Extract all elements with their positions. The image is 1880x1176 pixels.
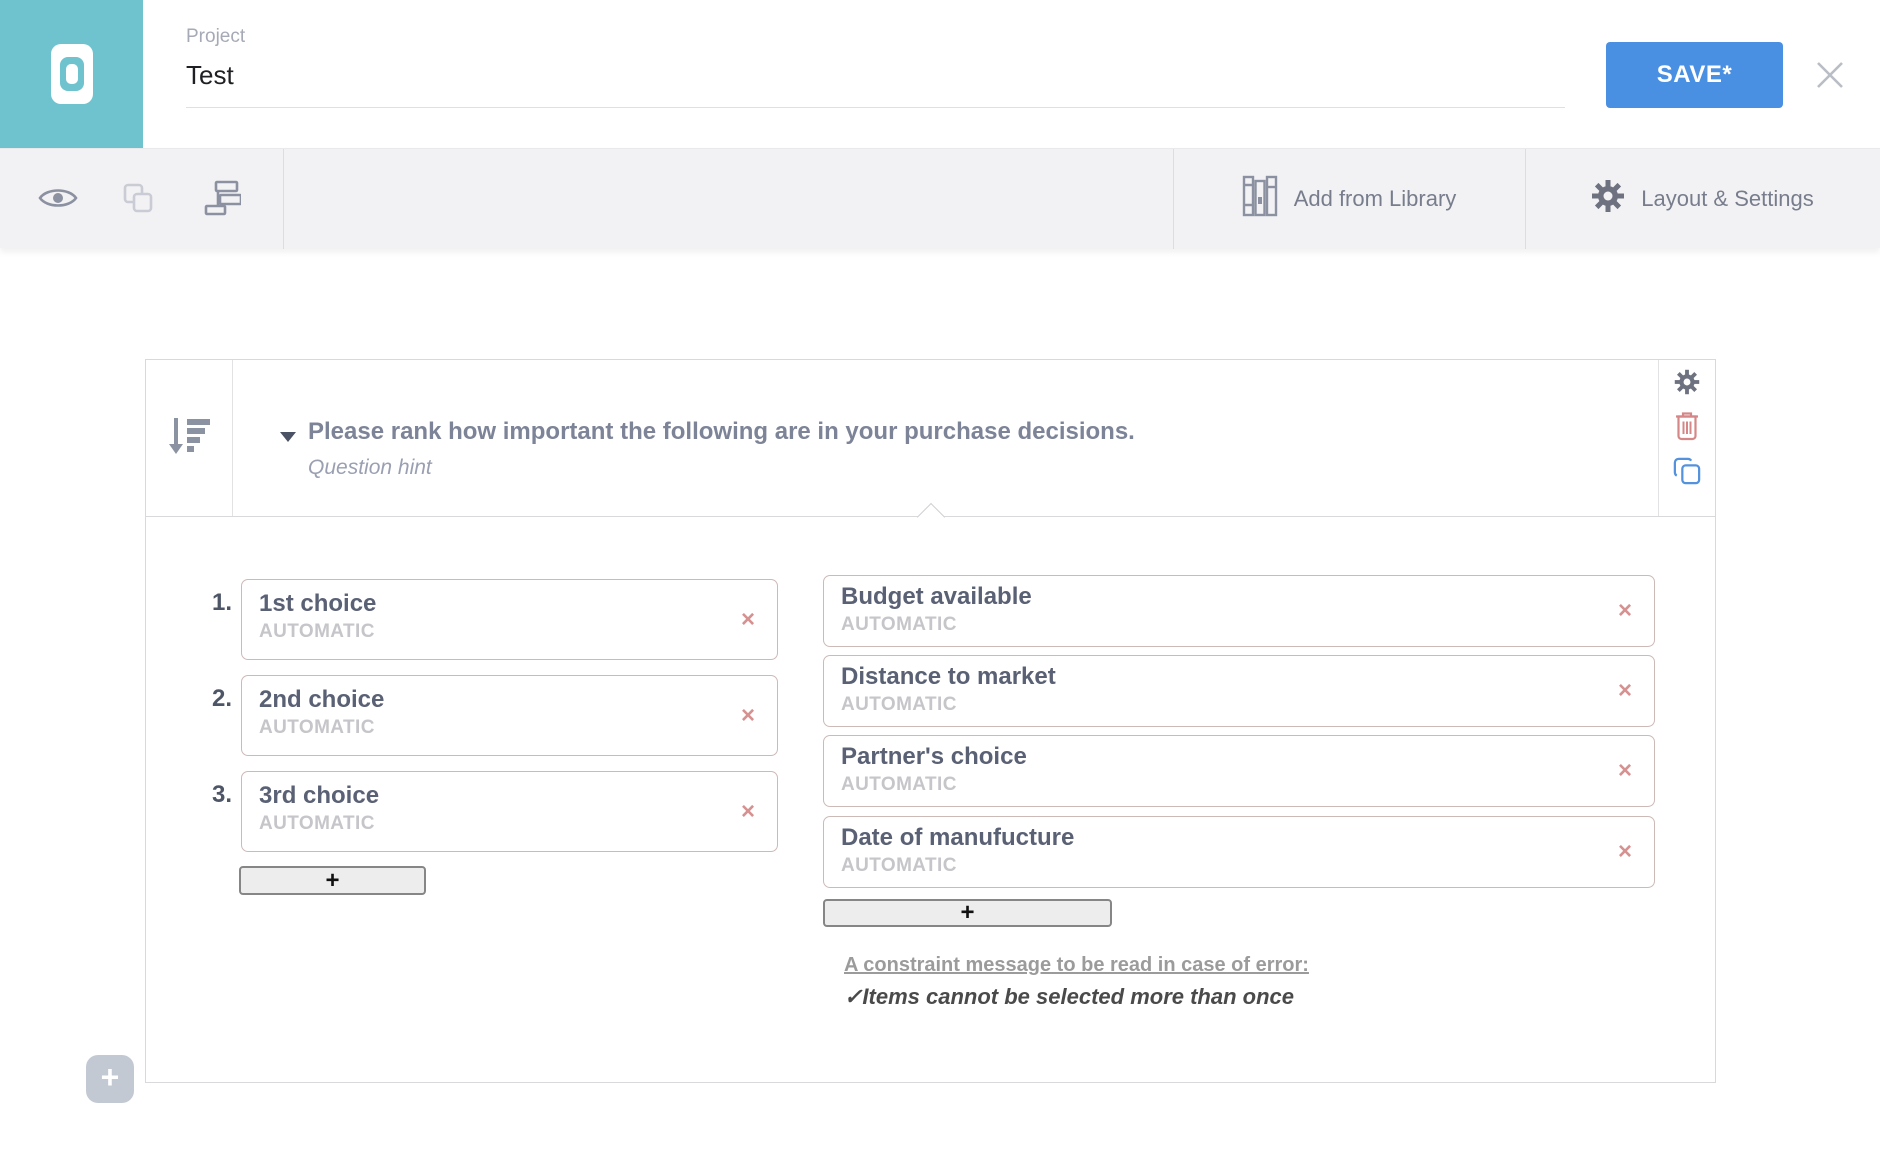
choice-automatic-tag: AUTOMATIC bbox=[259, 717, 717, 739]
question-header-content: Please rank how important the following … bbox=[233, 360, 1658, 517]
choice-label: 3rd choice bbox=[259, 782, 717, 810]
choice-number: 2. bbox=[176, 685, 232, 713]
item-box-4[interactable]: Date of manufucture AUTOMATIC × bbox=[823, 816, 1655, 888]
question-card-header: Please rank how important the following … bbox=[146, 360, 1715, 517]
remove-item-button[interactable]: × bbox=[1618, 840, 1632, 864]
choice-box-1[interactable]: 1st choice AUTOMATIC × bbox=[241, 579, 778, 660]
app-header: Project SAVE* bbox=[0, 0, 1880, 148]
trash-icon bbox=[1674, 429, 1700, 444]
duplicate-page-button[interactable] bbox=[116, 149, 160, 249]
question-delete-button[interactable] bbox=[1674, 411, 1700, 441]
item-box-3[interactable]: Partner's choice AUTOMATIC × bbox=[823, 735, 1655, 807]
question-actions bbox=[1658, 360, 1715, 516]
remove-item-button[interactable]: × bbox=[1618, 679, 1632, 703]
close-button[interactable] bbox=[1810, 56, 1850, 96]
duplicate-icon bbox=[122, 182, 154, 217]
remove-choice-button[interactable]: × bbox=[741, 704, 755, 728]
choice-box-3[interactable]: 3rd choice AUTOMATIC × bbox=[241, 771, 778, 852]
question-text-block: Please rank how important the following … bbox=[308, 418, 1135, 480]
item-box-2[interactable]: Distance to market AUTOMATIC × bbox=[823, 655, 1655, 727]
close-icon bbox=[1813, 58, 1847, 95]
gear-icon bbox=[1674, 383, 1700, 398]
question-hint[interactable]: Question hint bbox=[308, 456, 1135, 480]
layout-settings-button[interactable]: Layout & Settings bbox=[1525, 149, 1880, 249]
item-label: Budget available bbox=[841, 583, 1594, 611]
item-automatic-tag: AUTOMATIC bbox=[841, 614, 1594, 636]
choice-automatic-tag: AUTOMATIC bbox=[259, 813, 717, 835]
choice-number: 1. bbox=[176, 589, 232, 617]
ranking-drag-handle[interactable] bbox=[146, 360, 233, 516]
survey-builder-page: Project SAVE* bbox=[0, 0, 1880, 1176]
constraint-message[interactable]: ✓Items cannot be selected more than once bbox=[844, 984, 1294, 1010]
item-automatic-tag: AUTOMATIC bbox=[841, 694, 1594, 716]
add-from-library-button[interactable]: Add from Library bbox=[1173, 149, 1525, 249]
eye-icon bbox=[37, 184, 79, 215]
choice-box-2[interactable]: 2nd choice AUTOMATIC × bbox=[241, 675, 778, 756]
logic-map-button[interactable] bbox=[198, 149, 246, 249]
constraint-heading: A constraint message to be read in case … bbox=[844, 954, 1309, 977]
project-label: Project bbox=[186, 26, 245, 48]
remove-choice-button[interactable]: × bbox=[741, 608, 755, 632]
preview-button[interactable] bbox=[34, 149, 82, 249]
save-button[interactable]: SAVE* bbox=[1606, 42, 1783, 108]
layout-settings-label: Layout & Settings bbox=[1641, 186, 1813, 212]
gear-icon bbox=[1591, 179, 1625, 219]
library-icon bbox=[1242, 175, 1278, 223]
question-settings-button[interactable] bbox=[1674, 369, 1700, 395]
choice-label: 2nd choice bbox=[259, 686, 717, 714]
flowchart-icon bbox=[203, 179, 241, 220]
choice-automatic-tag: AUTOMATIC bbox=[259, 621, 717, 643]
sort-ranking-icon bbox=[165, 414, 213, 463]
item-box-1[interactable]: Budget available AUTOMATIC × bbox=[823, 575, 1655, 647]
collapse-caret-icon[interactable] bbox=[280, 432, 296, 442]
toolbar-divider bbox=[283, 149, 284, 249]
add-item-button[interactable]: + bbox=[823, 899, 1112, 927]
choice-number: 3. bbox=[176, 781, 232, 809]
choice-label: 1st choice bbox=[259, 590, 717, 618]
project-name-input[interactable] bbox=[186, 60, 1565, 108]
add-from-library-label: Add from Library bbox=[1294, 186, 1457, 212]
remove-choice-button[interactable]: × bbox=[741, 800, 755, 824]
remove-item-button[interactable]: × bbox=[1618, 759, 1632, 783]
builder-toolbar: Add from Library bbox=[0, 148, 1880, 248]
add-choice-button[interactable]: + bbox=[239, 866, 426, 895]
item-label: Distance to market bbox=[841, 663, 1594, 691]
question-card: Please rank how important the following … bbox=[145, 359, 1716, 1083]
remove-item-button[interactable]: × bbox=[1618, 599, 1632, 623]
add-question-button[interactable]: + bbox=[86, 1055, 134, 1103]
item-automatic-tag: AUTOMATIC bbox=[841, 774, 1594, 796]
question-copy-button[interactable] bbox=[1673, 457, 1701, 485]
app-logo bbox=[0, 0, 143, 148]
item-label: Date of manufucture bbox=[841, 824, 1594, 852]
app-logo-icon bbox=[51, 44, 93, 104]
question-title[interactable]: Please rank how important the following … bbox=[308, 418, 1135, 446]
copy-icon bbox=[1673, 473, 1701, 488]
item-label: Partner's choice bbox=[841, 743, 1594, 771]
item-automatic-tag: AUTOMATIC bbox=[841, 855, 1594, 877]
